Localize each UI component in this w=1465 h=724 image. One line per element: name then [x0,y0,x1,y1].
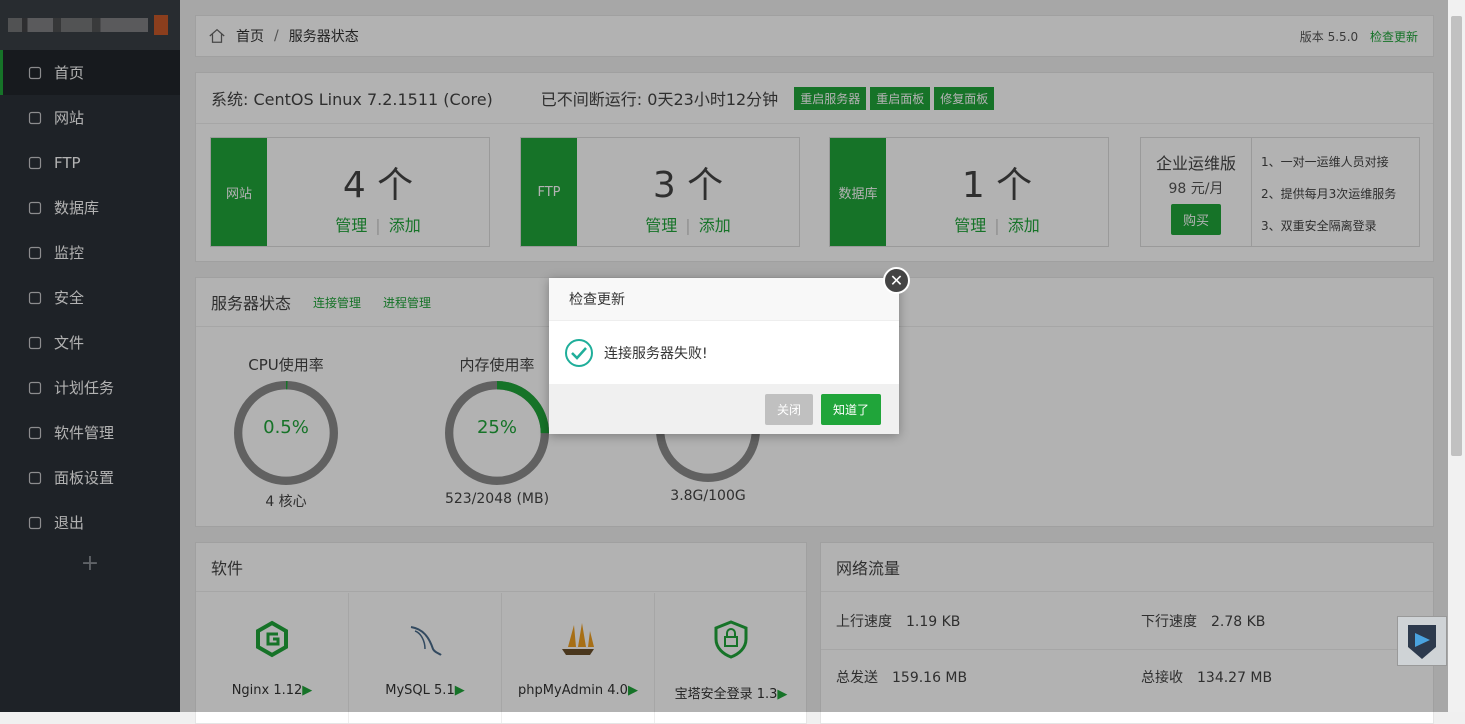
scrollbar-thumb[interactable] [1451,16,1462,456]
floating-widget[interactable] [1397,616,1447,666]
close-button[interactable]: 关闭 [764,393,813,425]
dialog-message: 连接服务器失败! [604,346,708,362]
check-update-dialog: 检查更新 连接服务器失败! 关闭 知道了 [549,278,899,434]
dialog-title: 检查更新 [549,278,899,321]
play-shield-icon [1408,625,1436,659]
dialog-close-icon[interactable]: ✕ [883,267,910,294]
scrollbar[interactable] [1448,0,1465,712]
ok-button[interactable]: 知道了 [820,393,881,425]
check-circle-icon [565,339,593,367]
